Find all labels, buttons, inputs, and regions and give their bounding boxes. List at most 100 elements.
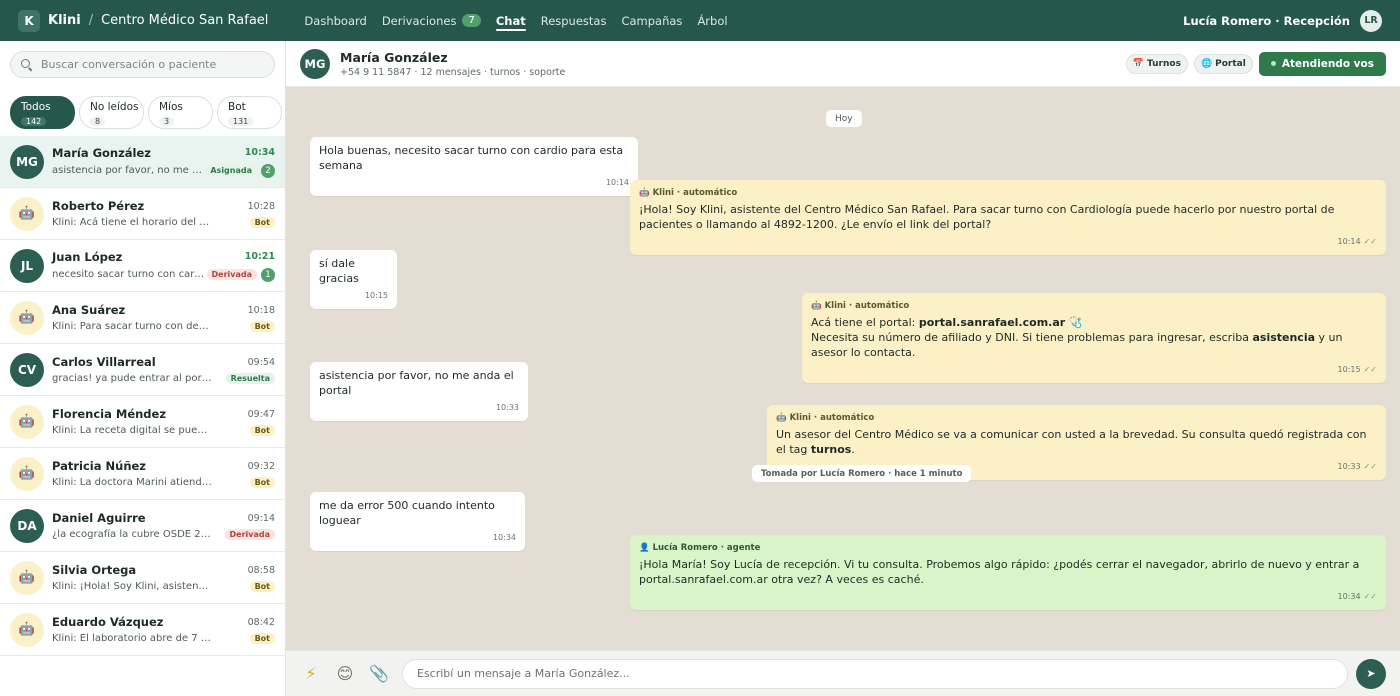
conversation-time: 08:58	[247, 564, 275, 576]
status-badge: Bot	[249, 581, 275, 592]
avatar: JL	[10, 248, 44, 283]
nav-arbol-label: Árbol	[697, 13, 728, 28]
conversation-name: Carlos Villarreal	[52, 355, 156, 369]
conversation-item[interactable]: 🤖 Eduardo Vázquez 08:42 Klini: El laborat…	[0, 604, 285, 656]
nav-derivaciones[interactable]: Derivaciones 7	[382, 0, 481, 41]
filter-count: 8	[90, 117, 106, 126]
nav-campanas[interactable]: Campañas	[621, 0, 682, 41]
unread-count-badge: 2	[261, 163, 275, 178]
user-avatar[interactable]: LR	[1360, 9, 1382, 32]
send-icon: ➤	[1366, 667, 1376, 680]
filter-no-leidos[interactable]: No leídos 8	[79, 96, 144, 129]
conversation-preview: Klini: El laboratorio abre de 7 a 11 hs	[52, 633, 212, 644]
conversation-item[interactable]: DA Daniel Aguirre 09:14 ¿la ecografía la …	[0, 500, 285, 552]
bot-icon: 🤖	[10, 456, 44, 491]
bot-icon: 🤖	[10, 612, 44, 647]
conversation-preview: Klini: La doctora Marini atiende los	[52, 477, 212, 488]
conversation-time: 09:47	[247, 408, 275, 420]
app-logo[interactable]: K	[18, 9, 40, 32]
contact-avatar[interactable]: MG	[300, 48, 330, 79]
message-author: Klini · automático	[789, 413, 875, 423]
attach-paperclip-icon[interactable]: 📎	[368, 663, 390, 685]
portal-chip[interactable]: 🌐 Portal	[1193, 53, 1253, 74]
read-checks-icon: ✓✓	[1363, 365, 1377, 374]
conversation-preview: ¿la ecografía la cubre OSDE 210?	[52, 529, 212, 540]
read-checks-icon: ✓✓	[1363, 592, 1377, 601]
user-menu[interactable]: Lucía Romero · Recepción LR	[1183, 9, 1382, 32]
conversation-preview: gracias! ya pude entrar al portal	[52, 373, 212, 384]
conversation-item[interactable]: JL Juan López 10:21 necesito sacar turno …	[0, 240, 285, 292]
conversation-name: Juan López	[52, 249, 123, 264]
status-dot-icon	[1270, 61, 1276, 66]
send-button[interactable]: ➤	[1356, 658, 1386, 689]
message-text: sí dale gracias	[319, 257, 359, 285]
filter-todos[interactable]: Todos 142	[10, 96, 75, 129]
conversation-preview: Klini: Para sacar turno con dermatología	[52, 321, 212, 332]
conversation-item[interactable]: 🤖 Roberto Pérez 10:28 Klini: Acá tiene el…	[0, 188, 285, 240]
status-badge: Derivada	[224, 529, 275, 540]
message-input[interactable]	[417, 667, 1347, 680]
message-text: ¡Hola! Soy Klini, asistente del Centro M…	[639, 203, 1335, 231]
emoji-icon[interactable]: 😊	[334, 663, 356, 685]
breadcrumb-separator: /	[88, 13, 94, 28]
search-box[interactable]	[10, 51, 275, 78]
conversation-item[interactable]: 🤖 Patricia Núñez 09:32 Klini: La doctora …	[0, 448, 285, 500]
conversation-item[interactable]: 🤖 Silvia Ortega 08:58 Klini: ¡Hola! Soy K…	[0, 552, 285, 604]
nav-chat[interactable]: Chat	[495, 0, 526, 41]
conversation-name: Florencia Méndez	[52, 407, 167, 421]
quick-reply-bolt-icon[interactable]: ⚡	[300, 663, 322, 685]
conversation-preview: Klini: La receta digital se puede pedir	[52, 425, 212, 436]
nav-arbol[interactable]: Árbol	[697, 0, 727, 41]
message-text: Un asesor del Centro Médico se va a comu…	[776, 427, 1377, 457]
conversation-time: 08:42	[247, 616, 275, 628]
conversation-item[interactable]: CV Carlos Villarreal 09:54 gracias! ya pu…	[0, 344, 285, 396]
conversation-name: Roberto Pérez	[52, 199, 145, 213]
keyword-asistencia: asistencia	[1252, 331, 1316, 344]
message-time: 10:33	[495, 403, 519, 412]
nav-respuestas[interactable]: Respuestas	[541, 0, 607, 41]
status-badge: Resuelta	[225, 373, 275, 384]
status-badge: Derivada	[206, 269, 257, 280]
filter-label: Míos	[159, 101, 183, 113]
message-input-wrapper[interactable]	[402, 658, 1348, 689]
message-time: 10:15	[1337, 365, 1361, 374]
conversation-item[interactable]: 🤖 Florencia Méndez 09:47 Klini: La receta…	[0, 396, 285, 448]
turnos-chip[interactable]: 📅 Turnos	[1125, 53, 1188, 74]
search-input[interactable]	[41, 58, 261, 71]
filter-label: Todos	[21, 101, 51, 113]
assignment-notice: Tomada por Lucía Romero · hace 1 minuto	[752, 465, 972, 482]
filter-mios[interactable]: Míos 3	[148, 96, 213, 129]
message-text-prefix: Acá tiene el portal:	[811, 316, 919, 329]
conversation-item[interactable]: 🤖 Ana Suárez 10:18 Klini: Para sacar turn…	[0, 292, 285, 344]
status-badge: Bot	[249, 217, 275, 228]
conversation-item[interactable]: MG María González 10:34 asistencia por fa…	[0, 136, 285, 188]
bot-icon: 🤖	[10, 560, 44, 595]
conversation-name: Silvia Ortega	[52, 563, 137, 577]
message-time: 10:14	[1337, 237, 1361, 246]
message-text: ¡Hola María! Soy Lucía de recepción. Vi …	[639, 558, 1360, 586]
filter-bot[interactable]: Bot 131	[217, 96, 282, 129]
message-bot: 🤖 Klini · automático ¡Hola! Soy Klini, as…	[630, 180, 1386, 255]
conversation-preview: necesito sacar turno con cardio urgente	[52, 269, 207, 280]
portal-link[interactable]: portal.sanrafael.com.ar	[919, 316, 1065, 329]
conversation-list: MG María González 10:34 asistencia por fa…	[0, 136, 285, 656]
conversation-time: 10:21	[244, 251, 275, 262]
nav-dashboard[interactable]: Dashboard	[304, 0, 366, 41]
attending-button[interactable]: Atendiendo vos	[1258, 51, 1386, 76]
derivaciones-count-badge: 7	[462, 14, 481, 27]
conversation-name: Eduardo Vázquez	[52, 615, 164, 629]
conversation-preview: asistencia por favor, no me anda el port…	[52, 165, 205, 176]
nav-respuestas-label: Respuestas	[540, 13, 607, 28]
avatar: DA	[10, 508, 44, 543]
message-bot: 🤖 Klini · automático Acá tiene el portal:…	[802, 293, 1386, 383]
portal-chip-label: Portal	[1215, 58, 1246, 69]
unread-count-badge: 1	[261, 267, 275, 282]
bot-icon: 🤖	[639, 188, 650, 198]
bot-icon: 🤖	[776, 413, 787, 423]
status-badge: Bot	[249, 425, 275, 436]
conversation-time: 09:14	[247, 512, 275, 524]
message-time: 10:14	[605, 178, 629, 187]
conversation-name: María González	[52, 145, 151, 160]
read-checks-icon: ✓✓	[1363, 462, 1377, 471]
turnos-chip-label: Turnos	[1146, 58, 1181, 69]
